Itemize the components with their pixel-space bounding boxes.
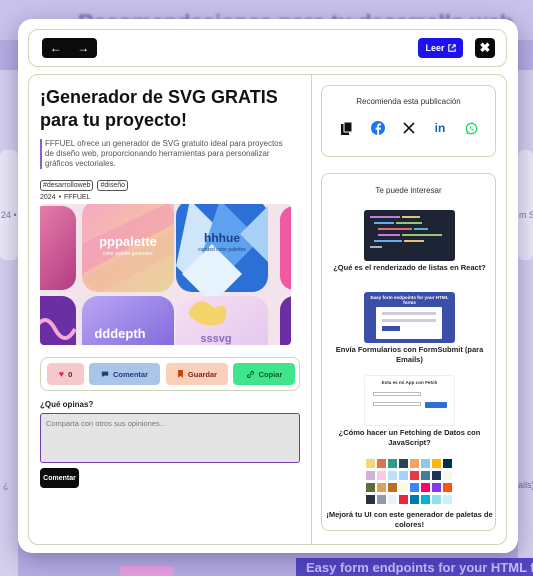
hero-text-dddepth: dddepth <box>94 326 145 341</box>
recommendation-thumbnail <box>364 210 455 261</box>
article-tags: #desarrolloweb #diseño <box>40 180 129 191</box>
comment-textarea[interactable] <box>40 413 300 463</box>
article-year: 2024 <box>40 194 56 201</box>
recommendations-heading: Te puede interesar <box>375 186 442 195</box>
backdrop-banner: Easy form endpoints for your HTML forms <box>296 558 533 576</box>
backdrop-text: ¿ <box>3 480 9 490</box>
recommendation-thumbnail <box>364 457 455 508</box>
read-button[interactable]: Leer <box>418 38 463 58</box>
article-description: FFFUEL ofrece un generador de SVG gratui… <box>40 139 292 169</box>
thumbnail-caption: Easy form endpoints for your HTML forms <box>370 295 449 305</box>
x-icon[interactable] <box>400 119 418 137</box>
link-icon <box>246 370 254 378</box>
bookmark-icon <box>178 370 183 378</box>
backdrop-banner-text: Easy form endpoints for your HTML forms <box>306 560 533 575</box>
forward-arrow-button[interactable]: → <box>77 42 89 54</box>
like-count: 0 <box>68 369 73 379</box>
tag-diseno[interactable]: #diseño <box>97 180 129 191</box>
comment-button[interactable]: Comentar <box>89 363 160 385</box>
hero-text-hhhue: hhhue <box>204 231 240 245</box>
copy-icon[interactable] <box>338 119 356 137</box>
thumbnail-caption: Esta es mi App con Fetch <box>381 380 438 385</box>
recommendation-title: ¡Mejorá tu UI con este generador de pale… <box>326 510 493 529</box>
external-link-icon <box>447 44 456 52</box>
recommendation-item[interactable]: Esta es mi App con Fetch ¿Cómo hacer un … <box>322 375 497 447</box>
recommendations-panel: Te puede interesar ¿Qué es el renderizad… <box>321 173 496 531</box>
recommendation-title: ¿Qué es el renderizado de listas en Reac… <box>333 263 486 272</box>
backdrop-card <box>518 150 533 260</box>
backdrop-card <box>0 150 18 260</box>
share-buttons: in <box>338 119 480 137</box>
article-source: FFFUEL <box>64 194 91 201</box>
copy-button-label: Copiar <box>258 369 283 379</box>
close-button[interactable]: ✖ <box>475 38 495 58</box>
hero-text-pppalette-sub: color palette generator <box>103 251 153 257</box>
article-hero-image: pppalette color palette generator hhhue … <box>40 204 291 345</box>
recommendation-title: Envía Formularios con FormSubmit (para E… <box>335 345 484 364</box>
heart-icon: ♥ <box>58 369 65 379</box>
save-button-label: Guardar <box>187 369 218 379</box>
hero-text-pppalette: pppalette <box>99 234 157 249</box>
share-heading: Recomienda esta publicación <box>356 97 461 106</box>
backdrop-decoration <box>120 566 174 576</box>
linkedin-icon[interactable]: in <box>431 119 449 137</box>
backdrop-column-right <box>518 70 533 576</box>
backdrop-text: ails) <box>518 480 533 490</box>
meta-separator: • <box>58 194 62 201</box>
comment-bubble-icon <box>101 371 109 378</box>
recommendation-item[interactable]: Easy form endpoints for your HTML forms … <box>322 292 497 364</box>
modal-content: ¡Generador de SVG GRATIS para tu proyect… <box>28 74 507 545</box>
facebook-icon[interactable] <box>369 119 387 137</box>
recommendation-item[interactable]: ¿Qué es el renderizado de listas en Reac… <box>322 210 497 273</box>
copy-link-button[interactable]: Copiar <box>233 363 295 385</box>
column-divider <box>311 75 312 544</box>
comment-button-label: Comentar <box>112 369 148 379</box>
save-button[interactable]: Guardar <box>166 363 228 385</box>
tag-desarrolloweb[interactable]: #desarrolloweb <box>40 180 94 191</box>
like-button[interactable]: ♥ 0 <box>47 363 84 385</box>
modal-toolbar: ← → Leer ✖ <box>28 29 507 67</box>
back-arrow-button[interactable]: ← <box>50 42 62 54</box>
share-panel: Recomienda esta publicación in <box>321 85 496 157</box>
backdrop-column-left <box>0 70 18 576</box>
thumbnail-form-preview <box>376 307 442 339</box>
backdrop-text: 24 • <box>1 210 17 220</box>
read-button-label: Leer <box>425 43 445 53</box>
recommendation-thumbnail: Easy form endpoints for your HTML forms <box>364 292 455 343</box>
comment-prompt: ¿Qué opinas? <box>40 400 94 409</box>
article-meta: 2024 • FFFUEL <box>40 194 90 201</box>
recommendation-item[interactable]: ¡Mejorá tu UI con este generador de pale… <box>322 457 497 529</box>
article-title: ¡Generador de SVG GRATIS para tu proyect… <box>40 87 278 130</box>
backdrop-text: m Sa <box>519 210 533 220</box>
hero-text-hhhue-sub: curated color palettes <box>198 247 246 253</box>
article-modal: ← → Leer ✖ ¡Generador de SVG GRATIS para… <box>18 19 518 553</box>
recommendation-thumbnail: Esta es mi App con Fetch <box>364 375 455 426</box>
action-bar: ♥ 0 Comentar Guardar Copiar <box>40 357 300 391</box>
recommendation-title: ¿Cómo hacer un Fetching de Datos con Jav… <box>338 428 481 447</box>
submit-comment-button[interactable]: Comentar <box>40 468 79 488</box>
hero-text-sssvg: sssvg <box>200 333 231 345</box>
whatsapp-icon[interactable] <box>462 119 480 137</box>
navigation-buttons: ← → <box>42 38 97 58</box>
